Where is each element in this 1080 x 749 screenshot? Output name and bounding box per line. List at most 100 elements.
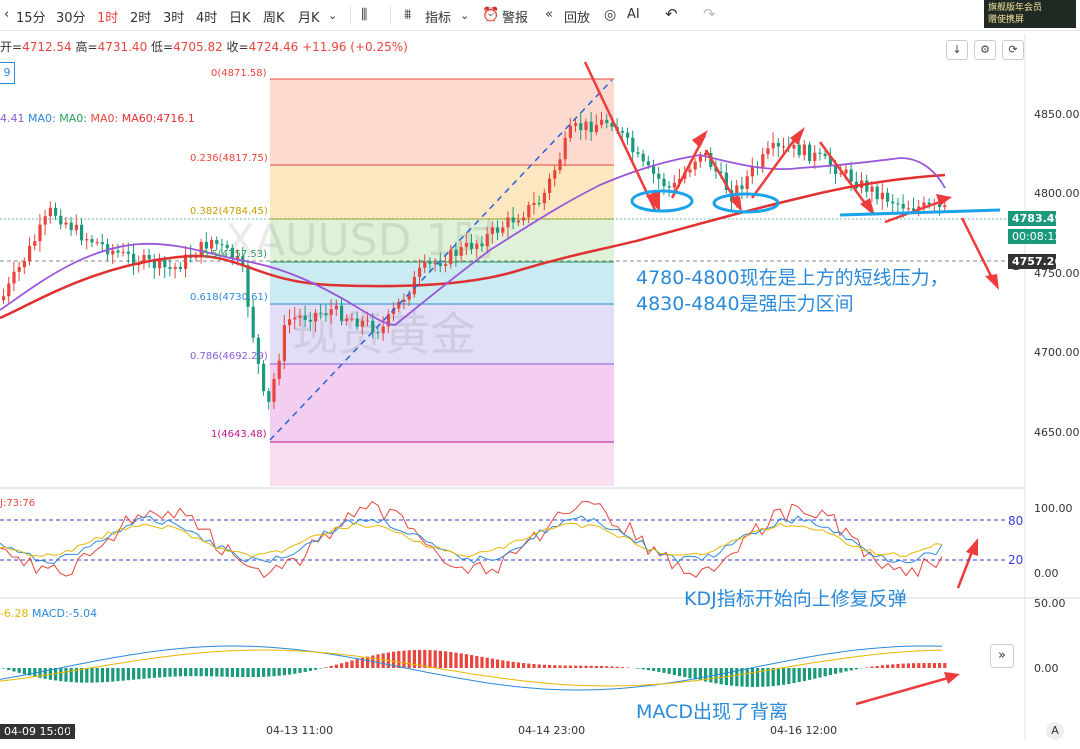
macd-bar (579, 665, 583, 668)
macd-bar (516, 662, 520, 668)
macd-bar (641, 668, 645, 670)
macd-bar (376, 654, 380, 668)
macd-bar (178, 668, 182, 677)
kdj-tick: 0.00 (1034, 567, 1059, 580)
macd-bar (329, 665, 333, 668)
macd-bar (449, 651, 453, 668)
macd-bar (553, 665, 557, 668)
auto-scale-button[interactable]: A (1046, 722, 1064, 740)
macd-bar (80, 668, 84, 683)
time-tick: 04-13 11:00 (266, 724, 334, 737)
macd-histogram (2, 649, 947, 687)
candle-body (423, 261, 427, 268)
candle-body (267, 391, 271, 402)
macd-bar (605, 666, 609, 668)
kdj-legend: J:73:76 (0, 498, 36, 509)
candle-body (95, 242, 99, 244)
candle-body (657, 173, 661, 179)
fib-zone (270, 364, 614, 442)
macd-bar (85, 668, 89, 683)
macd-bar (168, 668, 172, 677)
annotation-macd: MACD出现了背离 (636, 701, 788, 723)
price-chart[interactable]: XAUUSD 1时 现货黄金 (0, 0, 1080, 749)
candle-body (355, 318, 359, 327)
candle-body (464, 242, 468, 248)
macd-bar (230, 668, 234, 677)
candle-body (880, 192, 884, 200)
macd-bar (199, 668, 203, 677)
candle-body (797, 144, 801, 156)
candle-body (740, 185, 744, 189)
macd-bar (719, 668, 723, 685)
macd-bar (932, 663, 936, 668)
fib-label: 0.5(4757.53) (202, 249, 268, 260)
macd-bar (126, 668, 130, 681)
candle-body (48, 207, 52, 217)
macd-bar (813, 668, 817, 679)
candle-body (849, 169, 853, 182)
macd-bar (215, 668, 219, 677)
scroll-right-button[interactable]: » (990, 644, 1014, 668)
candle-body (324, 313, 328, 315)
macd-bar (277, 668, 281, 676)
candle-body (470, 242, 474, 250)
macd-bar (589, 665, 593, 668)
candle-body (776, 143, 780, 147)
time-tick: 04-14 23:00 (518, 724, 586, 737)
macd-bar (615, 666, 619, 668)
macd-legend: -6.28 MACD:-5.04 (0, 607, 97, 620)
candle-body (844, 169, 848, 174)
macd-bar (678, 668, 682, 677)
fib-zone (270, 165, 614, 219)
candle-body (319, 312, 323, 314)
macd-bar (184, 668, 188, 677)
macd-bar (808, 668, 812, 680)
candle-body (444, 264, 448, 267)
macd-bar (267, 668, 271, 677)
candle-body (220, 244, 224, 246)
macd-bar (568, 665, 572, 668)
candle-body (558, 159, 562, 171)
macd-bar (943, 663, 947, 668)
candle-body (641, 153, 645, 162)
macd-bar (262, 668, 266, 677)
candle-body (646, 161, 650, 166)
macd-bar (542, 664, 546, 668)
macd-bar (189, 668, 193, 677)
macd-bar (938, 663, 942, 668)
candle-body (314, 312, 318, 322)
candle-body (2, 296, 6, 300)
candle-body (792, 144, 796, 149)
macd-bar (293, 668, 297, 674)
macd-bar (319, 668, 323, 669)
candle-body (340, 305, 344, 321)
candle-body (922, 202, 926, 207)
candle-body (563, 137, 567, 160)
candle-body (527, 204, 531, 218)
crosshair-price-badge: 4757.26 (1008, 254, 1062, 269)
candle-body (672, 182, 676, 188)
macd-bar (59, 668, 63, 682)
macd-bar (771, 668, 775, 687)
macd-bar (459, 653, 463, 668)
candle-body (886, 192, 890, 202)
macd-bar (2, 668, 6, 669)
candle-body (693, 161, 697, 170)
candle-body (667, 186, 671, 188)
support-line (839, 208, 1001, 217)
candle-body (802, 144, 806, 156)
fib-label: 0.618(4730.61) (190, 292, 268, 303)
candle-body (277, 360, 281, 380)
macd-bar (896, 663, 900, 668)
macd-bar (54, 668, 58, 681)
macd-bar (693, 668, 697, 680)
macd-bar (802, 668, 806, 682)
candle-body (605, 119, 609, 124)
candle-body (350, 318, 354, 320)
macd-bar (381, 653, 385, 668)
fib-label: 0.382(4784.45) (190, 206, 268, 217)
macd-bar (652, 668, 656, 671)
macd-bar (782, 668, 786, 685)
candle-body (636, 152, 640, 154)
candle-body (501, 227, 505, 233)
